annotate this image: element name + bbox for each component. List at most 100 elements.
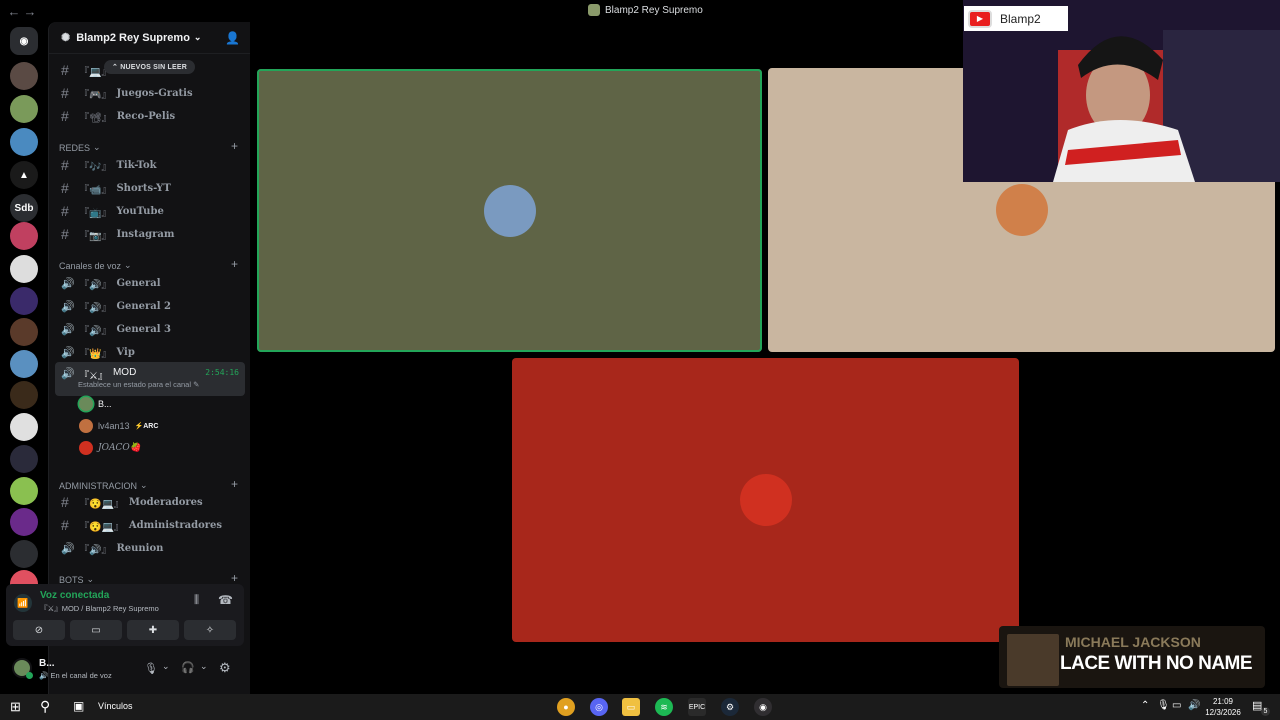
spotify-icon[interactable]: ≋ — [655, 698, 673, 716]
channel-name: General 2 — [116, 300, 171, 312]
voice-participant[interactable]: JOACO🍓 — [79, 441, 146, 455]
server-icon[interactable]: ◉ — [10, 27, 38, 55]
steam-icon[interactable]: ⚙ — [721, 698, 739, 716]
participant-tile[interactable] — [257, 69, 762, 352]
search-icon[interactable]: ⚲ — [40, 698, 50, 715]
online-status-dot — [26, 672, 33, 679]
channel-category[interactable]: ADMINISTRACION ⌄ — [59, 480, 148, 491]
discord-taskbar-icon[interactable]: ◎ — [590, 698, 608, 716]
chevron-down-icon[interactable]: ⌄ — [162, 661, 170, 672]
speaker-icon: 🔊 — [61, 541, 75, 555]
guild-header[interactable]: ✺ Blamp2 Rey Supremo ⌄ 👤 — [49, 22, 250, 54]
chevron-down-icon: ⌄ — [124, 260, 132, 270]
server-icon[interactable] — [10, 222, 38, 250]
create-channel-icon[interactable]: + — [231, 477, 238, 491]
forward-arrow-icon[interactable]: → — [22, 4, 38, 19]
channel-name: Instagram — [116, 228, 175, 240]
server-icon[interactable] — [10, 540, 38, 568]
hash-icon: # — [61, 494, 69, 510]
epic-games-icon[interactable]: EPIC — [688, 698, 706, 716]
server-icon[interactable]: ▲ — [10, 161, 38, 189]
channel-category[interactable]: Canales de voz ⌄ — [59, 260, 132, 271]
channel-name: Reco-Pelis — [116, 110, 176, 122]
create-channel-icon[interactable]: + — [231, 139, 238, 153]
create-channel-icon[interactable]: + — [231, 257, 238, 271]
screen-share-button[interactable]: ▭ — [70, 620, 122, 640]
taskbar-clock[interactable]: 21:09 12/3/2026 — [1203, 696, 1243, 718]
server-icon[interactable]: Sdb — [10, 194, 38, 222]
voice-participant[interactable]: lv4an13 ⚡ARC — [79, 419, 158, 433]
channel-name: Tik-Tok — [116, 159, 157, 171]
text-channel[interactable]: # 『📷』 Instagram — [55, 223, 245, 245]
speaker-icon: 🔊 — [61, 322, 75, 336]
camera-button[interactable]: ⊘ — [13, 620, 65, 640]
server-icon[interactable] — [10, 318, 38, 346]
voice-channel[interactable]: 🔊 『🔊』 General — [55, 272, 245, 294]
channel-category[interactable]: REDES ⌄ — [59, 142, 101, 153]
disconnect-icon[interactable]: ☎ — [218, 593, 233, 607]
headphones-icon[interactable]: 🎧 — [181, 661, 195, 674]
user-status: 🔊 En el canal de voz — [39, 671, 112, 680]
participant-tile[interactable] — [512, 358, 1019, 642]
settings-gear-icon[interactable]: ⚙ — [219, 660, 231, 676]
voice-participant[interactable]: B... — [79, 397, 117, 411]
server-icon[interactable] — [10, 413, 38, 441]
network-icon[interactable]: ▭ — [1172, 700, 1181, 711]
active-voice-channel[interactable]: 🔊 『⚔』 MOD 2:54:16 — [55, 362, 245, 396]
create-channel-icon[interactable]: + — [231, 571, 238, 585]
microphone-icon[interactable]: 🎙 — [144, 662, 158, 675]
text-channel[interactable]: # 『🎶』 Tik-Tok — [55, 154, 245, 176]
new-unread-pill[interactable]: ⌃ NUEVOS SIN LEER — [104, 60, 196, 74]
server-icon[interactable] — [10, 62, 38, 90]
voice-status[interactable]: Voz conectada — [40, 590, 109, 601]
text-channel[interactable]: # 『😯💻』 Moderadores — [55, 491, 245, 513]
obs-icon[interactable]: ◉ — [754, 698, 772, 716]
participant-avatar — [79, 441, 93, 455]
noise-suppression-icon[interactable]: ⫼ — [194, 594, 199, 607]
chevron-down-icon[interactable]: ⌄ — [200, 661, 208, 672]
user-name[interactable]: B... — [39, 658, 55, 669]
server-icon[interactable] — [10, 445, 38, 473]
server-icon[interactable] — [10, 508, 38, 536]
channel-name: General — [116, 277, 161, 289]
voice-location[interactable]: 『⚔』MOD / Blamp2 Rey Supremo — [40, 603, 159, 614]
server-icon[interactable] — [10, 287, 38, 315]
tray-chevron-icon[interactable]: ⌃ — [1141, 700, 1149, 711]
voice-channel[interactable]: 🔊 『👑』 Vip — [55, 341, 245, 363]
server-icon[interactable] — [10, 255, 38, 283]
voice-channel[interactable]: 🔊 『🔊』 Reunion — [55, 537, 245, 559]
back-arrow-icon[interactable]: ← — [6, 4, 22, 19]
unread-pill-label: NUEVOS SIN LEER — [120, 64, 188, 71]
task-view-icon[interactable]: ▣ — [73, 699, 84, 713]
server-icon[interactable] — [10, 381, 38, 409]
server-icon[interactable] — [10, 95, 38, 123]
soundboard-button[interactable]: ✧ — [184, 620, 236, 640]
channel-emoji: 『🔊』 — [79, 302, 112, 314]
links-label[interactable]: Vínculos — [98, 701, 133, 711]
tray-mic-icon[interactable]: 🎙 — [1157, 700, 1170, 711]
hash-icon: # — [61, 203, 69, 219]
file-explorer-icon[interactable]: ▭ — [622, 698, 640, 716]
hash-icon: # — [61, 517, 69, 533]
server-icon[interactable] — [10, 128, 38, 156]
invite-people-icon[interactable]: 👤 — [225, 31, 240, 45]
channel-status-hint[interactable]: Establece un estado para el canal ✎ — [78, 380, 199, 389]
text-channel[interactable]: # 『🎮』 Juegos-Gratis — [55, 82, 245, 104]
speaker-icon: 🔊 — [61, 299, 75, 313]
volume-icon[interactable]: 🔊 — [1188, 700, 1200, 711]
channel-emoji: 『🔊』 — [79, 544, 112, 556]
activities-button[interactable]: ✚ — [127, 620, 179, 640]
youtube-icon: ▶ — [968, 9, 992, 28]
voice-channel[interactable]: 🔊 『🔊』 General 3 — [55, 318, 245, 340]
text-channel[interactable]: # 『📺』 YouTube — [55, 200, 245, 222]
category-label: Canales de voz — [59, 260, 122, 271]
voice-channel[interactable]: 🔊 『🔊』 General 2 — [55, 295, 245, 317]
server-icon[interactable] — [10, 477, 38, 505]
text-channel[interactable]: # 『📹』 Shorts-YT — [55, 177, 245, 199]
text-channel[interactable]: # 『📽』 Reco-Pelis — [55, 105, 245, 127]
text-channel[interactable]: # 『😯💻』 Administradores — [55, 514, 245, 536]
chrome-icon[interactable]: ● — [557, 698, 575, 716]
server-icon[interactable] — [10, 350, 38, 378]
windows-start-icon[interactable]: ⊞ — [10, 699, 21, 715]
participant-avatar — [739, 474, 792, 526]
